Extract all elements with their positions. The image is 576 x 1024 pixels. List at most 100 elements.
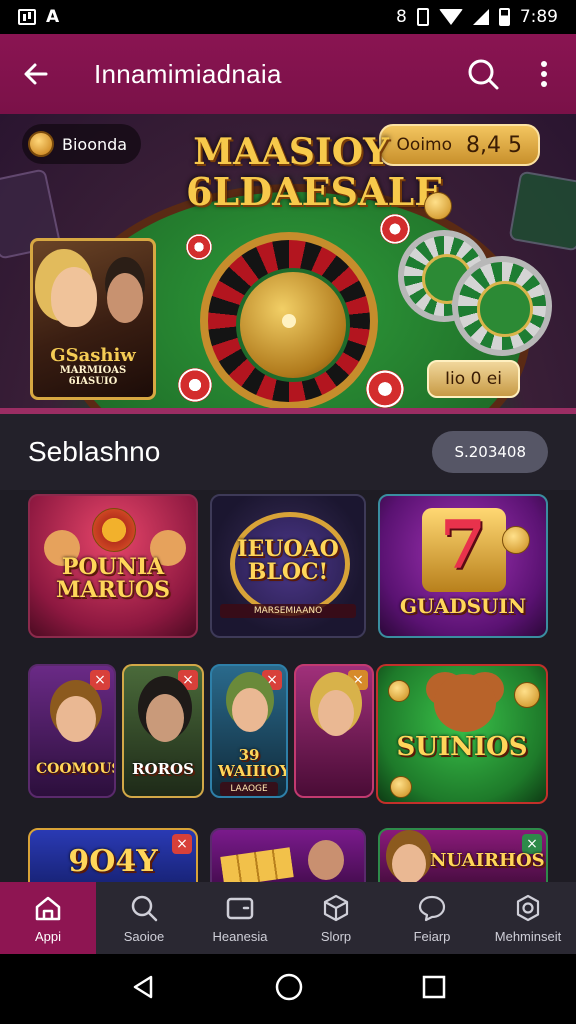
game-tile[interactable]: × COOMOUS xyxy=(28,664,116,798)
game-tile[interactable]: × xyxy=(294,664,374,798)
casino-chip xyxy=(366,370,404,408)
hero-badge-left[interactable]: Bioonda xyxy=(22,124,142,164)
poster-text: GSashiw MARMIOAS 6IASUIO xyxy=(33,345,153,387)
tile-title: 9O4Y xyxy=(68,844,158,879)
battery-icon xyxy=(498,8,510,26)
triangle-back-icon xyxy=(133,975,152,999)
more-button[interactable] xyxy=(512,34,576,114)
game-tile[interactable]: × ROROS xyxy=(122,664,204,798)
search-button[interactable] xyxy=(454,34,512,114)
screen: A 8 7:89 Innamimiadnaia Bioonda Ooimo 8,… xyxy=(0,0,576,1024)
game-grid: POUNIA MARUOS IEUOAO BLOC! MARSEMIAANO 7… xyxy=(0,490,576,898)
status-time: 7:89 xyxy=(519,7,558,27)
search-icon xyxy=(468,59,499,90)
hero-cta-badge[interactable]: Iio 0 ei xyxy=(427,360,520,398)
arrow-left-icon xyxy=(24,63,48,85)
decor-card xyxy=(508,170,576,252)
section-filter-pill[interactable]: S.203408 xyxy=(432,431,548,473)
hero-balance-label: Ooimo xyxy=(396,135,453,155)
search-icon xyxy=(131,895,158,921)
nav-label: Slorp xyxy=(320,928,352,944)
bottom-nav: Appi Saoioe Heanesia Slorp Feiarp Mehmin… xyxy=(0,882,576,954)
status-bar: A 8 7:89 xyxy=(0,0,576,34)
poster-line2: MARMIOAS xyxy=(59,365,127,376)
hero-balance-value: 8,4 5 xyxy=(466,132,522,158)
casino-chip xyxy=(380,214,410,244)
hero-banner[interactable]: Bioonda Ooimo 8,4 5 MAASIOY 6LDAESALE GS… xyxy=(0,114,576,414)
casino-chip xyxy=(178,368,212,402)
nav-label: Mehminseit xyxy=(494,928,562,944)
back-button[interactable] xyxy=(0,34,72,114)
gold-coin xyxy=(92,508,136,552)
cube-icon xyxy=(323,894,349,921)
game-tile[interactable]: POUNIA MARUOS xyxy=(28,494,198,638)
roulette-wheel xyxy=(200,232,378,410)
hero-headline-line2: 6LDAESALE xyxy=(186,168,444,214)
signal-icon xyxy=(472,9,489,25)
game-tile[interactable]: IEUOAO BLOC! MARSEMIAANO xyxy=(210,494,366,638)
seven-symbol: 7 xyxy=(440,506,486,584)
gold-coin xyxy=(424,192,452,220)
wallet-icon xyxy=(226,897,254,919)
status-letter: A xyxy=(46,7,60,27)
close-icon[interactable]: × xyxy=(90,670,110,690)
tile-title: COOMOUS xyxy=(36,761,116,777)
game-tile[interactable]: SUINIOS xyxy=(376,664,548,804)
gold-bars xyxy=(220,847,294,887)
status-glyph: 8 xyxy=(395,7,407,27)
gold-coin xyxy=(390,776,412,798)
tile-title: NUAIRHOS xyxy=(430,850,545,871)
gold-coin xyxy=(502,526,530,554)
system-back-button[interactable] xyxy=(129,973,157,1005)
nav-item-chat[interactable]: Feiarp xyxy=(384,882,480,954)
circle-home-icon xyxy=(275,973,303,1001)
coin-icon xyxy=(28,131,54,157)
tile-character xyxy=(146,694,184,742)
nav-item-shop[interactable]: Slorp xyxy=(288,882,384,954)
settings-icon xyxy=(516,894,540,921)
tile-title: 39 WAIIIOY xyxy=(218,746,288,780)
square-recents-icon xyxy=(423,975,446,999)
system-nav-bar xyxy=(0,954,576,1024)
close-icon[interactable]: × xyxy=(178,670,198,690)
poster-woman xyxy=(51,267,97,327)
system-home-button[interactable] xyxy=(274,972,304,1006)
hero-headline-line1: MAASIOY xyxy=(193,131,389,173)
roulette-mini-wheel xyxy=(452,256,552,356)
nav-item-home[interactable]: Appi xyxy=(0,882,96,954)
vibrate-icon xyxy=(416,8,429,26)
nav-label: Heanesia xyxy=(212,928,268,944)
nav-label: Feiarp xyxy=(413,928,451,944)
game-tile[interactable]: × 39 WAIIIOY LAAOGE xyxy=(210,664,288,798)
promo-poster[interactable]: GSashiw MARMIOAS 6IASUIO xyxy=(30,238,156,400)
tile-title: ROROS xyxy=(132,760,194,778)
system-recents-button[interactable] xyxy=(421,974,447,1004)
hero-balance-badge[interactable]: Ooimo 8,4 5 xyxy=(378,124,540,166)
tile-character xyxy=(308,840,344,880)
poster-man xyxy=(107,273,143,323)
chat-icon xyxy=(418,895,446,921)
close-icon[interactable]: × xyxy=(348,670,368,690)
gold-coin xyxy=(388,680,410,702)
poster-line3: 6IASUIO xyxy=(68,375,118,387)
section-title: Seblashno xyxy=(28,436,161,467)
tile-character xyxy=(56,696,96,742)
app-title: Innamimiadnaia xyxy=(94,58,282,89)
section-header: Seblashno S.203408 xyxy=(0,414,576,490)
casino-chip xyxy=(186,234,212,260)
poster-line1: GSashiw xyxy=(50,345,136,367)
nav-item-wallet[interactable]: Heanesia xyxy=(192,882,288,954)
tile-character xyxy=(392,844,426,884)
hero-badge-left-label: Bioonda xyxy=(62,134,128,154)
game-tile[interactable]: 7 GUADSUIN xyxy=(378,494,548,638)
nav-item-search[interactable]: Saoioe xyxy=(96,882,192,954)
tile-character xyxy=(232,688,268,732)
nav-label: Appi xyxy=(34,928,62,944)
close-icon[interactable]: × xyxy=(262,670,282,690)
tile-subtitle: MARSEMIAANO xyxy=(220,604,356,618)
tile-title: IEUOAO BLOC! xyxy=(237,536,339,586)
more-vert-icon xyxy=(541,61,547,87)
tile-character xyxy=(318,690,354,736)
tile-title: SUINIOS xyxy=(396,732,528,762)
nav-item-settings[interactable]: Mehminseit xyxy=(480,882,576,954)
